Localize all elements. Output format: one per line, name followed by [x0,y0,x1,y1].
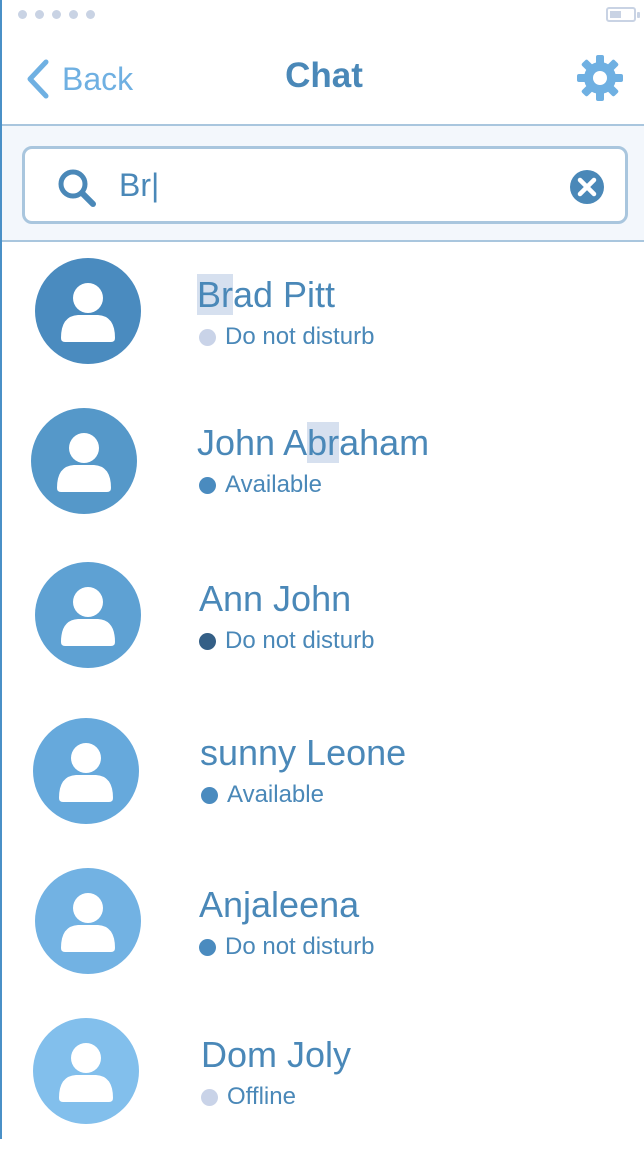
contact-name: John Abraham [197,422,430,463]
status-dot [199,632,216,650]
contact-item[interactable]: sunny Leone Available [2,702,644,852]
contact-status: Offline [201,1083,296,1111]
contact-status: Do not disturb [199,323,374,351]
status-dot [201,1088,218,1106]
status-dot [199,476,216,494]
battery-icon [606,7,640,22]
avatar [35,562,141,668]
contact-item[interactable]: Brad Pitt Do not disturb [2,242,644,392]
gear-icon[interactable] [576,54,624,102]
contact-status: Do not disturb [199,627,374,655]
contact-status: Available [199,471,322,499]
avatar [33,1018,139,1124]
contact-name: Anjaleena [199,884,360,925]
contact-name: sunny Leone [200,732,407,773]
header: Back Chat [2,30,644,124]
contact-item[interactable]: Dom Joly Offline [2,1004,644,1154]
signal-icon [18,10,95,19]
avatar [33,718,139,824]
user-icon [35,258,141,364]
user-icon [35,868,141,974]
contact-item[interactable]: John Abraham Available [2,392,644,542]
phone-frame: Back Chat Br| Brad Pitt Do not disturb J… [0,0,644,1139]
user-icon [33,718,139,824]
user-icon [31,408,137,514]
search-box[interactable] [22,146,628,224]
status-dot [199,328,216,346]
search-bar [2,124,644,242]
contact-name: Dom Joly [201,1034,352,1075]
search-input[interactable] [119,163,539,207]
status-dot [199,938,216,956]
contact-item[interactable]: Ann John Do not disturb [2,546,644,696]
search-icon [58,169,96,207]
status-bar [2,0,644,30]
user-icon [35,562,141,668]
avatar [35,258,141,364]
contact-status: Available [201,781,324,809]
close-circle-icon[interactable] [569,169,605,205]
avatar [35,868,141,974]
avatar [31,408,137,514]
user-icon [33,1018,139,1124]
contact-status: Do not disturb [199,933,374,961]
page-title: Chat [285,56,363,95]
contact-name: Ann John [199,578,352,619]
status-dot [201,786,218,804]
contact-name: Brad Pitt [197,274,336,315]
contact-item[interactable]: Anjaleena Do not disturb [2,854,644,1004]
